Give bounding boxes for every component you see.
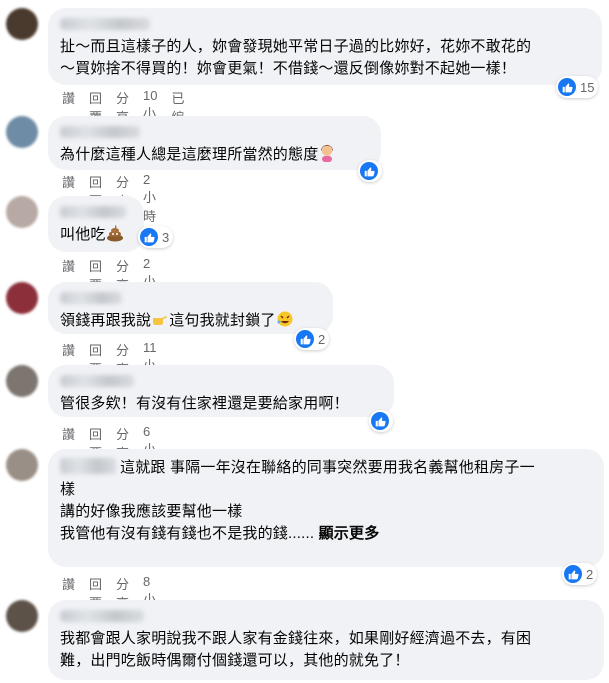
like-reaction-icon [360, 162, 378, 180]
reaction-count-value: 2 [586, 566, 594, 582]
author-name-blurred[interactable] [60, 375, 134, 387]
avatar[interactable] [6, 449, 38, 481]
reaction-count[interactable] [369, 410, 393, 432]
avatar[interactable] [6, 116, 38, 148]
poop-emoji-icon [106, 224, 124, 249]
avatar[interactable] [6, 600, 38, 632]
reaction-count[interactable] [358, 160, 382, 182]
see-more-link[interactable]: 顯示更多 [319, 525, 380, 542]
author-name-blurred[interactable] [60, 292, 122, 304]
comment-bubble: 為什麼這種人總是這麼理所當然的態度 [48, 116, 381, 170]
author-name-blurred[interactable] [60, 126, 140, 138]
comment-bubble: 扯～而且這樣子的人，妳會發現她平常日子過的比妳好，花妳不敢花的 ～買妳捨不得買的… [48, 8, 602, 85]
reaction-count[interactable]: 15 [556, 76, 599, 98]
comment-text-content: 叫他吃 [60, 226, 106, 243]
comment-bubble: 領錢再跟我說 這句我就封鎖了 [48, 282, 333, 334]
comment-text-content: 領錢再跟我說 [60, 312, 152, 329]
like-reaction-icon [558, 78, 576, 96]
comment-bubble: 這就跟 事隔一年沒在聯絡的同事突然要用我名義幫他租房子一 樣 講的好像我應該要幫… [48, 449, 604, 567]
comment-text: 為什麼這種人總是這麼理所當然的態度 [60, 144, 369, 169]
avatar[interactable] [6, 282, 38, 314]
comment-text: 扯～而且這樣子的人，妳會發現她平常日子過的比妳好，花妳不敢花的 ～買妳捨不得買的… [60, 38, 532, 77]
like-reaction-icon [140, 228, 158, 246]
avatar[interactable] [6, 196, 38, 228]
like-reaction-icon [296, 330, 314, 348]
author-name-blurred[interactable] [60, 458, 116, 474]
avatar[interactable] [6, 365, 38, 397]
avatar[interactable] [6, 8, 38, 40]
author-name-blurred[interactable] [60, 610, 144, 622]
comment-text: 領錢再跟我說 這句我就封鎖了 [60, 310, 321, 335]
comment-text: 我都會跟人家明說我不跟人家有金錢往來，如果剛好經濟過不去，有困 難，出門吃飯時偶… [60, 630, 532, 669]
like-reaction-icon [564, 565, 582, 583]
timestamp[interactable]: 2小時 [143, 172, 156, 225]
pointing-hand-emoji-icon [151, 310, 169, 335]
reaction-count[interactable]: 2 [562, 563, 598, 585]
comment-text: 這就跟 事隔一年沒在聯絡的同事突然要用我名義幫他租房子一 樣 講的好像我應該要幫… [60, 457, 592, 545]
rolling-laughing-emoji-icon [276, 310, 294, 335]
reaction-count[interactable]: 2 [294, 328, 330, 350]
comment-bubble: 我都會跟人家明說我不跟人家有金錢往來，如果剛好經濟過不去，有困 難，出門吃飯時偶… [48, 600, 604, 680]
comment-text-content: 為什麼這種人總是這麼理所當然的態度 [60, 146, 319, 163]
reaction-count-value: 2 [318, 331, 326, 347]
like-reaction-icon [371, 412, 389, 430]
reaction-count-value: 15 [580, 79, 595, 95]
reaction-count-value: 3 [162, 229, 170, 245]
comment-text-content: 這就跟 事隔一年沒在聯絡的同事突然要用我名義幫他租房子一 樣 講的好像我應該要幫… [60, 459, 535, 542]
author-name-blurred[interactable] [60, 206, 126, 218]
comment-text: 叫他吃 [60, 224, 132, 249]
woman-tipping-hand-emoji-icon [318, 144, 336, 169]
comment-text: 管很多欸！有沒有住家裡還是要給家用啊！ [60, 395, 349, 412]
reaction-count[interactable]: 3 [138, 226, 174, 248]
comment-bubble: 叫他吃 [48, 196, 144, 252]
author-name-blurred[interactable] [60, 18, 150, 30]
comment-bubble: 管很多欸！有沒有住家裡還是要給家用啊！ [48, 365, 394, 417]
comment-text-continued: 這句我就封鎖了 [169, 312, 276, 329]
